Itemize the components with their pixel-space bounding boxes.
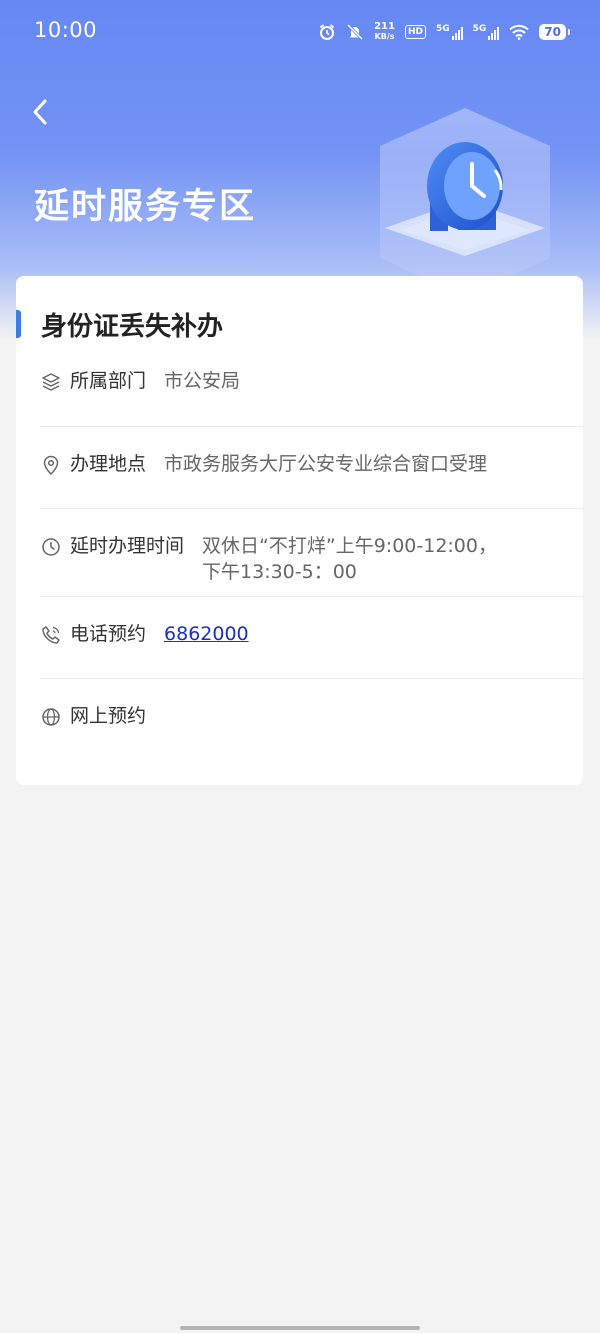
hd-voice-badge: HD <box>404 25 426 39</box>
divider <box>40 596 583 597</box>
chevron-left-icon <box>33 99 47 125</box>
phone-booking-row: 电话预约 6862000 <box>40 621 583 647</box>
title-accent-bar <box>16 310 21 338</box>
extended-hours-line1: 双休日“不打烊”上午9:00-12:00， <box>202 535 497 557</box>
status-icons: 211 KB/s HD 5G 5G 70 <box>318 20 570 44</box>
location-label: 办理地点 <box>70 453 147 475</box>
extended-hours-row: 延时办理时间 双休日“不打烊”上午9:00-12:00， 下午13:30-5：0… <box>40 533 583 585</box>
signal-icon-sim1: 5G <box>436 24 463 40</box>
divider <box>40 508 583 509</box>
back-button[interactable] <box>20 92 60 132</box>
network-speed-value: 211 <box>374 21 395 32</box>
divider <box>40 678 583 679</box>
globe-icon <box>42 708 60 726</box>
alarm-icon <box>318 23 336 41</box>
battery-indicator: 70 <box>539 24 570 40</box>
extended-hours-line2: 下午13:30-5：00 <box>202 561 357 583</box>
signal-label-sim1: 5G <box>435 24 450 34</box>
location-pin-icon <box>43 455 59 476</box>
department-row: 所属部门 市公安局 <box>40 368 583 394</box>
page-title: 延时服务专区 <box>34 187 257 227</box>
location-value: 市政务服务大厅公安专业综合窗口受理 <box>164 453 488 475</box>
phone-number-link[interactable]: 6862000 <box>164 621 249 647</box>
signal-icon-sim2: 5G <box>473 24 500 40</box>
extended-hours-value: 双休日“不打烊”上午9:00-12:00， 下午13:30-5：00 <box>202 533 497 585</box>
network-speed: 211 KB/s <box>374 22 395 42</box>
online-booking-label: 网上预约 <box>70 705 147 727</box>
mute-icon <box>346 23 364 41</box>
extended-hours-label: 延时办理时间 <box>70 535 185 557</box>
clock-icon <box>42 538 60 556</box>
online-booking-row[interactable]: 网上预约 <box>40 703 583 729</box>
department-label: 所属部门 <box>70 370 147 392</box>
divider <box>40 426 583 427</box>
phone-booking-label: 电话预约 <box>70 623 147 645</box>
service-title: 身份证丢失补办 <box>41 312 224 342</box>
network-speed-unit: KB/s <box>374 32 395 41</box>
home-indicator[interactable] <box>180 1326 420 1330</box>
layers-icon <box>42 373 60 391</box>
department-value: 市公安局 <box>164 370 241 392</box>
wifi-icon <box>509 24 529 40</box>
location-row: 办理地点 市政务服务大厅公安专业综合窗口受理 <box>40 451 583 477</box>
clock-illustration <box>380 108 550 296</box>
phone-icon <box>42 626 60 644</box>
status-bar: 10:00 211 KB/s HD 5G 5G 70 <box>0 0 600 62</box>
service-detail-card: 身份证丢失补办 所属部门 市公安局 办理地点 市政务服务大厅公安专业综合窗口受理… <box>16 276 583 785</box>
status-time: 10:00 <box>34 18 98 42</box>
signal-label-sim2: 5G <box>472 24 487 34</box>
